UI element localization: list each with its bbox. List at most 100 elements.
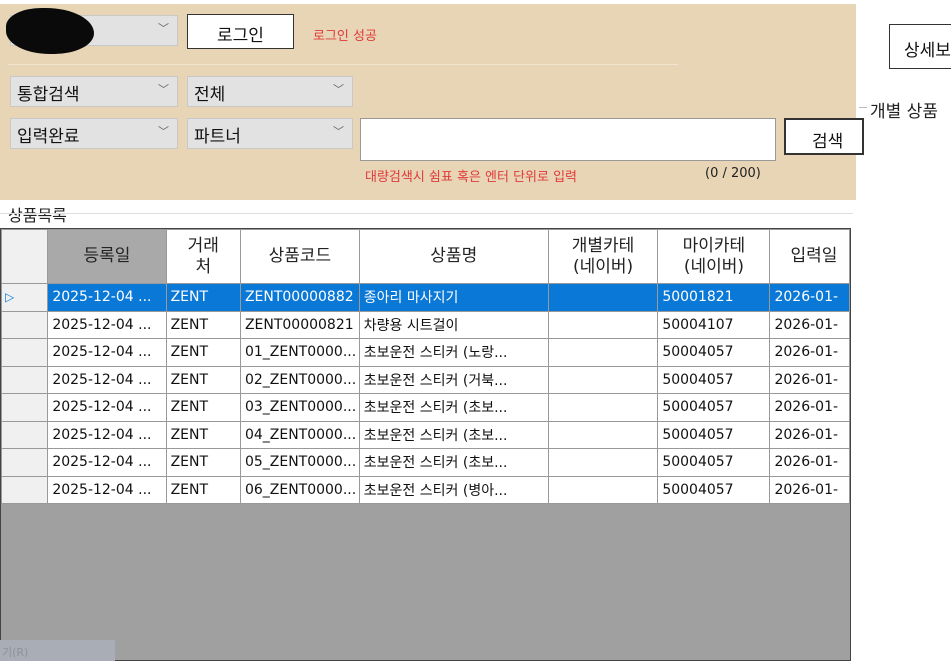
table-cell: 01_ZENT0000... [239, 338, 360, 367]
chevron-down-icon: ﹀ [158, 83, 169, 96]
table-cell: 2025-12-04 ... [47, 310, 167, 339]
column-header[interactable]: 거래 처 [165, 229, 241, 284]
selected-value: 파트너 [194, 127, 241, 147]
row-header[interactable] [1, 365, 49, 394]
search-input[interactable] [360, 118, 776, 161]
table-cell: 종아리 마사지기 [358, 283, 549, 312]
partner-select[interactable]: 파트너 ﹀ [187, 118, 353, 149]
table-cell: ZENT00000821 [239, 310, 360, 339]
table-cell: 50004057 [657, 338, 771, 367]
table-row[interactable]: 2025-12-04 ... ZENT 03_ZENT0000... 초보운전 스티커… [1, 393, 850, 422]
column-header[interactable]: 입력일 [769, 229, 850, 284]
scope-select[interactable]: 전체 ﹀ [187, 76, 353, 107]
state-select[interactable]: 입력완료 ﹀ [10, 118, 178, 149]
table-cell: 2026-01- [769, 365, 850, 394]
table-cell: 2026-01- [769, 310, 850, 339]
table-cell: 2025-12-04 ... [47, 475, 167, 504]
login-button[interactable]: 로그인 [187, 14, 294, 49]
table-cell: 03_ZENT0000... [239, 393, 360, 422]
table-cell: 50004057 [657, 448, 771, 477]
table-cell: 2025-12-04 ... [47, 393, 167, 422]
table-cell: 초보운전 스티커 (초보... [358, 448, 549, 477]
table-cell: 2026-01- [769, 420, 850, 449]
table-cell: ZENT [165, 365, 241, 394]
table-cell: 초보운전 스티커 (초보... [358, 393, 549, 422]
table-cell: 2025-12-04 ... [47, 420, 167, 449]
column-header[interactable]: 개별카테 (네이버) [547, 229, 659, 284]
table-cell: ZENT [165, 283, 241, 312]
table-cell: ZENT00000882 [239, 283, 360, 312]
product-grid[interactable]: 등록일 거래 처 상품코드 상품명 개별카테 (네이버) 마이카테 (네이버) 입력일 ▷ 2… [0, 228, 851, 661]
row-header[interactable] [1, 448, 49, 477]
column-header[interactable]: 상품명 [358, 229, 549, 284]
detail-button[interactable]: 상세보 [889, 24, 951, 69]
table-cell [547, 310, 659, 339]
row-header[interactable] [1, 310, 49, 339]
table-row[interactable]: 2025-12-04 ... ZENT 01_ZENT0000... 초보운전 스티커… [1, 338, 850, 367]
query-counter: (0 / 200) [705, 166, 761, 181]
table-cell: 2026-01- [769, 393, 850, 422]
search-button[interactable]: 검색 [784, 118, 864, 155]
row-header[interactable] [1, 338, 49, 367]
table-cell: 50004057 [657, 365, 771, 394]
table-cell: ZENT [165, 420, 241, 449]
table-cell [547, 393, 659, 422]
search-type-select[interactable]: 통합검색 ﹀ [10, 76, 178, 107]
table-cell: 50004057 [657, 420, 771, 449]
table-cell: 초보운전 스티커 (초보... [358, 420, 549, 449]
groupbox-border [859, 107, 867, 108]
chevron-down-icon: ﹀ [333, 83, 344, 96]
column-header[interactable]: 등록일 [47, 229, 167, 284]
row-header-corner [1, 229, 49, 284]
divider [8, 64, 678, 65]
selected-value: 통합검색 [17, 85, 80, 105]
row-header[interactable] [1, 393, 49, 422]
table-cell: 2025-12-04 ... [47, 338, 167, 367]
table-cell: ZENT [165, 310, 241, 339]
table-cell [547, 283, 659, 312]
table-cell: 2026-01- [769, 448, 850, 477]
product-table: 등록일 거래 처 상품코드 상품명 개별카테 (네이버) 마이카테 (네이버) 입력일 ▷ 2… [1, 229, 850, 504]
table-cell [547, 448, 659, 477]
table-cell: 초보운전 스티커 (병아... [358, 475, 549, 504]
table-cell: ZENT [165, 448, 241, 477]
table-cell: ZENT [165, 393, 241, 422]
table-cell [547, 365, 659, 394]
table-cell: 2025-12-04 ... [47, 283, 167, 312]
table-cell: 초보운전 스티커 (거북... [358, 365, 549, 394]
column-header[interactable]: 상품코드 [239, 229, 360, 284]
login-status: 로그인 성공 [313, 29, 377, 44]
search-hint: 대량검색시 쉼표 혹은 엔터 단위로 입력 [365, 170, 578, 185]
table-cell: 50004057 [657, 393, 771, 422]
chevron-down-icon: ﹀ [158, 22, 169, 35]
table-cell: 50004107 [657, 310, 771, 339]
individual-product-group-label: 개별 상품 [870, 102, 938, 122]
selected-value: 입력완료 [17, 127, 80, 147]
row-header[interactable] [1, 420, 49, 449]
table-cell: 50004057 [657, 475, 771, 504]
table-row[interactable]: 2025-12-04 ... ZENT 02_ZENT0000... 초보운전 스티커… [1, 365, 850, 394]
table-row[interactable]: 2025-12-04 ... ZENT 05_ZENT0000... 초보운전 스티커… [1, 448, 850, 477]
table-cell: 차량용 시트걸이 [358, 310, 549, 339]
table-cell: 2025-12-04 ... [47, 448, 167, 477]
faint-button[interactable]: 기(R) [0, 640, 115, 661]
chevron-down-icon: ﹀ [333, 125, 344, 138]
table-cell: 초보운전 스티커 (노랑... [358, 338, 549, 367]
product-list-label: 상품목록 [8, 206, 67, 225]
table-cell: ZENT [165, 475, 241, 504]
table-row[interactable]: 2025-12-04 ... ZENT 06_ZENT0000... 초보운전 스티커… [1, 475, 850, 504]
divider [0, 213, 853, 214]
table-row[interactable]: 2025-12-04 ... ZENT 04_ZENT0000... 초보운전 스티커… [1, 420, 850, 449]
table-row[interactable]: ▷ 2025-12-04 ... ZENT ZENT00000882 종아리 마사지기 5… [1, 283, 850, 312]
table-cell: 2026-01- [769, 338, 850, 367]
table-cell: 06_ZENT0000... [239, 475, 360, 504]
selected-value: 전체 [194, 85, 226, 105]
table-cell: 05_ZENT0000... [239, 448, 360, 477]
row-header[interactable]: ▷ [1, 283, 49, 312]
table-row[interactable]: 2025-12-04 ... ZENT ZENT00000821 차량용 시트걸이 50… [1, 310, 850, 339]
chevron-down-icon: ﹀ [158, 125, 169, 138]
row-header[interactable] [1, 475, 49, 504]
table-cell: 2026-01- [769, 283, 850, 312]
table-cell: 2025-12-04 ... [47, 365, 167, 394]
column-header[interactable]: 마이카테 (네이버) [657, 229, 771, 284]
